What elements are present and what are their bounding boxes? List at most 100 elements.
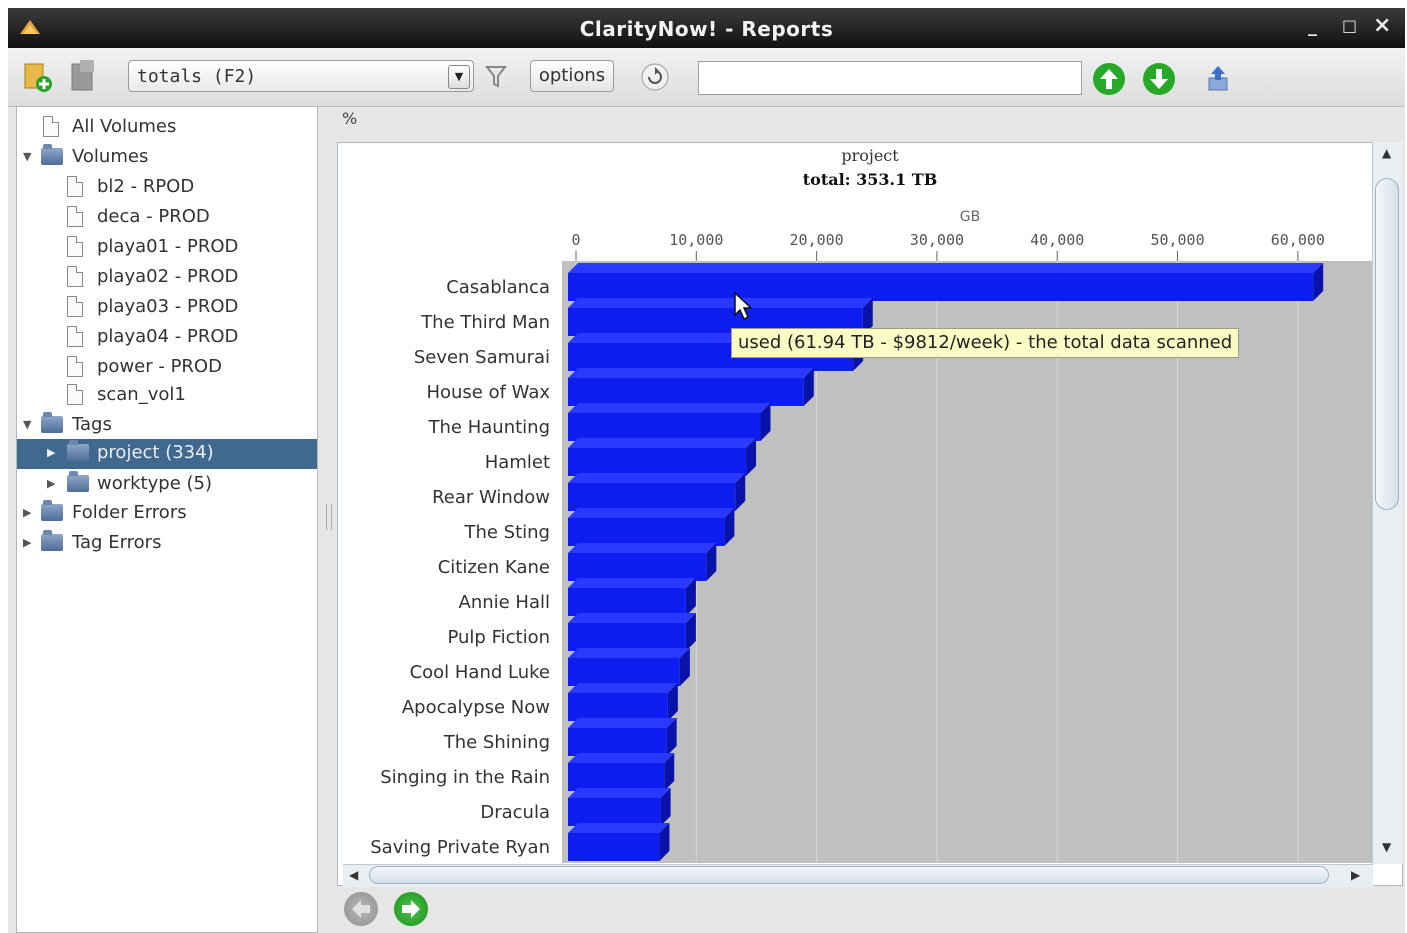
category-label: The Sting [463,522,550,543]
filter-icon[interactable] [484,64,508,90]
refresh-icon[interactable] [640,62,670,92]
collapsed-triangle-icon[interactable]: ▶ [23,529,31,557]
bar-face [568,658,680,686]
mouse-cursor-icon [734,291,753,321]
bar-top [568,508,735,518]
document-icon [67,266,83,287]
export-icon[interactable] [1206,64,1230,92]
bar[interactable] [568,543,717,581]
bar[interactable] [568,613,696,651]
tree-item-volume[interactable]: playa01 - PROD [17,233,317,261]
tree-item-tags[interactable]: ▼ Tags [17,411,317,439]
folder-icon [41,412,63,433]
scroll-up-arrow-icon[interactable]: ▲ [1382,146,1391,160]
remove-report-icon[interactable] [68,58,100,96]
collapsed-triangle-icon[interactable]: ▶ [47,470,55,498]
folder-icon [41,144,63,165]
bar[interactable] [568,788,671,826]
horizontal-scroll-thumb[interactable] [369,866,1329,884]
bar-face [568,728,667,756]
percent-toggle[interactable]: % [342,109,357,128]
tree-item-volumes[interactable]: ▼ Volumes [17,143,317,171]
bar[interactable] [568,578,696,616]
horizontal-scrollbar[interactable]: ◀ ▶ [343,864,1373,887]
category-label: House of Wax [426,382,550,403]
tree-item-volume[interactable]: playa02 - PROD [17,263,317,291]
tree-item-tag-errors[interactable]: ▶ Tag Errors [17,529,317,557]
window-title: ClarityNow! - Reports [579,17,834,41]
vertical-scrollbar[interactable]: ▲ ▼ [1372,142,1403,864]
report-type-value: totals (F2) [137,66,257,87]
collapsed-triangle-icon[interactable]: ▶ [47,439,55,467]
tree-item-folder-errors[interactable]: ▶ Folder Errors [17,499,317,527]
bar-top [568,438,757,448]
scroll-down-icon[interactable] [1142,62,1176,96]
category-label: Seven Samurai [414,347,550,368]
next-button[interactable] [394,892,428,926]
tree-item-volume[interactable]: scan_vol1 [17,381,317,409]
bar-face [568,553,707,581]
vertical-scroll-thumb[interactable] [1375,178,1399,510]
bar[interactable] [568,718,677,756]
tree-item-volume[interactable]: bl2 - RPOD [17,173,317,201]
bar[interactable] [568,263,1324,301]
tick-label: 20,000 [790,231,844,249]
tree-item-worktype[interactable]: ▶ worktype (5) [17,470,317,498]
document-icon [67,236,83,257]
title-bar: ClarityNow! - Reports _ □ × [8,8,1405,48]
category-label: Cool Hand Luke [410,662,550,683]
tree-item-volume[interactable]: playa03 - PROD [17,293,317,321]
bar[interactable] [568,368,814,406]
bar[interactable] [568,473,746,511]
bar-top [568,578,696,588]
scroll-right-arrow-icon[interactable]: ▶ [1351,868,1360,882]
category-label: Casablanca [446,277,550,298]
bar[interactable] [568,438,757,476]
tree-item-volume[interactable]: deca - PROD [17,203,317,231]
bar-top [568,298,873,308]
options-button[interactable]: options [530,60,614,92]
tree-item-volume[interactable]: power - PROD [17,353,317,381]
category-label: Apocalypse Now [402,697,550,718]
scroll-left-arrow-icon[interactable]: ◀ [349,868,358,882]
maximize-button[interactable]: □ [1342,16,1357,35]
splitter-handle[interactable] [326,504,332,530]
folder-icon [41,530,63,551]
bar-face [568,273,1314,301]
expanded-triangle-icon[interactable]: ▼ [23,411,31,439]
document-icon [67,206,83,227]
chart-title: project [841,146,899,165]
tree-item-project[interactable]: ▶ project (334) [17,439,317,469]
scroll-down-arrow-icon[interactable]: ▼ [1382,840,1391,854]
expanded-triangle-icon[interactable]: ▼ [23,143,31,171]
tree-item-all-volumes[interactable]: All Volumes [17,113,317,141]
category-label: Dracula [480,802,550,823]
document-icon [67,356,83,377]
previous-button[interactable] [344,892,378,926]
bar-face [568,518,725,546]
bar[interactable] [568,753,675,791]
chevron-down-icon[interactable]: ▼ [448,65,470,89]
bar-face [568,833,660,861]
tree-item-volume[interactable]: playa04 - PROD [17,323,317,351]
report-type-select[interactable]: totals (F2) ▼ [128,60,474,92]
close-button[interactable]: × [1373,13,1391,38]
bar[interactable] [568,823,670,861]
bar[interactable] [568,403,771,441]
minimize-button[interactable]: _ [1308,16,1317,37]
document-icon [43,116,59,137]
search-input[interactable] [698,61,1082,95]
volume-tree: All Volumes ▼ Volumes bl2 - RPOD deca - … [16,106,318,933]
bar[interactable] [568,683,678,721]
bar-face [568,623,686,651]
document-icon [67,296,83,317]
category-label: Saving Private Ryan [370,837,550,858]
x-axis-ticks: 0 10,000 20,000 30,000 40,000 50,000 60,000 [571,231,1325,261]
category-label: Singing in the Rain [380,767,550,788]
collapsed-triangle-icon[interactable]: ▶ [23,499,31,527]
bar[interactable] [568,508,735,546]
scroll-up-icon[interactable] [1092,62,1126,96]
add-report-icon[interactable] [22,58,54,96]
chart-subtitle: total: 353.1 TB [803,170,937,189]
bar[interactable] [568,648,690,686]
